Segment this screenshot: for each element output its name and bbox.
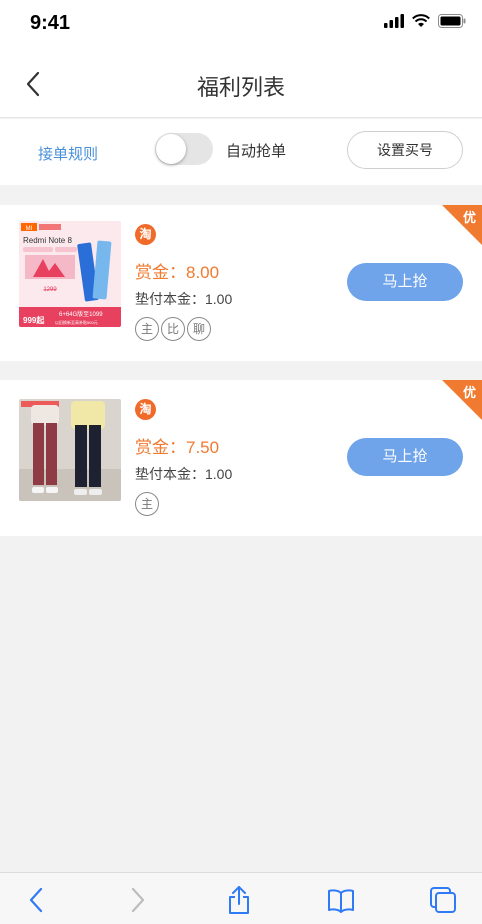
brand-logo-text: MI <box>26 226 33 232</box>
battery-icon <box>438 14 466 28</box>
tabs-icon <box>430 887 456 913</box>
tag-main: 主 <box>135 317 159 341</box>
tag-main: 主 <box>135 492 159 516</box>
browser-forward-button[interactable] <box>122 885 152 915</box>
browser-bookmarks-button[interactable] <box>326 885 356 915</box>
promo-note-text: 以旧换新至高补贴500元 <box>55 319 98 325</box>
auto-grab-toggle[interactable] <box>155 133 213 165</box>
product-image-pants <box>19 399 121 501</box>
tag-compare: 比 <box>161 317 185 341</box>
promo-spec-text: 6+64G版至1099 <box>59 310 103 318</box>
page-title: 福利列表 <box>196 75 285 100</box>
tag-chat: 聊 <box>187 317 211 341</box>
principal-amount: 垫付本金：1.00 <box>135 466 233 482</box>
set-account-button[interactable]: 设置买号 <box>347 131 463 169</box>
grab-order-button[interactable]: 马上抢 <box>347 263 463 301</box>
status-bar: 9:41 <box>0 0 482 48</box>
grab-order-button[interactable]: 马上抢 <box>347 438 463 476</box>
bookmarks-icon <box>328 889 354 913</box>
share-icon <box>229 886 249 914</box>
browser-back-button[interactable] <box>22 885 52 915</box>
product-image-phone: MI Redmi Note 8 1299 999起 6+64G版至1099 以旧… <box>19 221 121 327</box>
status-time: 9:41 <box>30 12 71 34</box>
toggle-knob <box>156 134 186 164</box>
toolbar: 接单规则 自动抢单 设置买号 <box>0 119 482 185</box>
promo-price-text: 999起 <box>23 315 45 325</box>
wifi-icon <box>412 14 430 27</box>
strike-price-text: 1299 <box>43 287 57 293</box>
signal-icon <box>384 14 404 28</box>
preferred-label: 优 <box>462 385 476 400</box>
product-model-text: Redmi Note 8 <box>23 236 72 245</box>
browser-tabs-button[interactable] <box>428 885 458 915</box>
taobao-badge-icon: 淘 <box>135 399 156 420</box>
task-tags: 主 <box>135 492 159 516</box>
order-card: 淘 赏金：7.50 垫付本金：1.00 主 马上抢 优 <box>0 380 482 536</box>
reward-amount: 赏金：8.00 <box>135 263 220 282</box>
order-rules-link[interactable]: 接单规则 <box>38 143 98 164</box>
reward-amount: 赏金：7.50 <box>135 438 220 457</box>
browser-share-button[interactable] <box>224 885 254 915</box>
preferred-label: 优 <box>462 210 476 225</box>
status-icons <box>384 14 466 28</box>
browser-bottom-bar <box>0 872 482 924</box>
order-card: MI Redmi Note 8 1299 999起 6+64G版至1099 以旧… <box>0 205 482 361</box>
forward-icon <box>131 887 145 913</box>
taobao-badge-icon: 淘 <box>135 224 156 245</box>
task-tags: 主 比 聊 <box>135 317 211 341</box>
auto-grab-label: 自动抢单 <box>226 143 287 160</box>
back-icon <box>29 887 43 913</box>
nav-bar: 福利列表 <box>0 48 482 118</box>
principal-amount: 垫付本金：1.00 <box>135 291 233 307</box>
